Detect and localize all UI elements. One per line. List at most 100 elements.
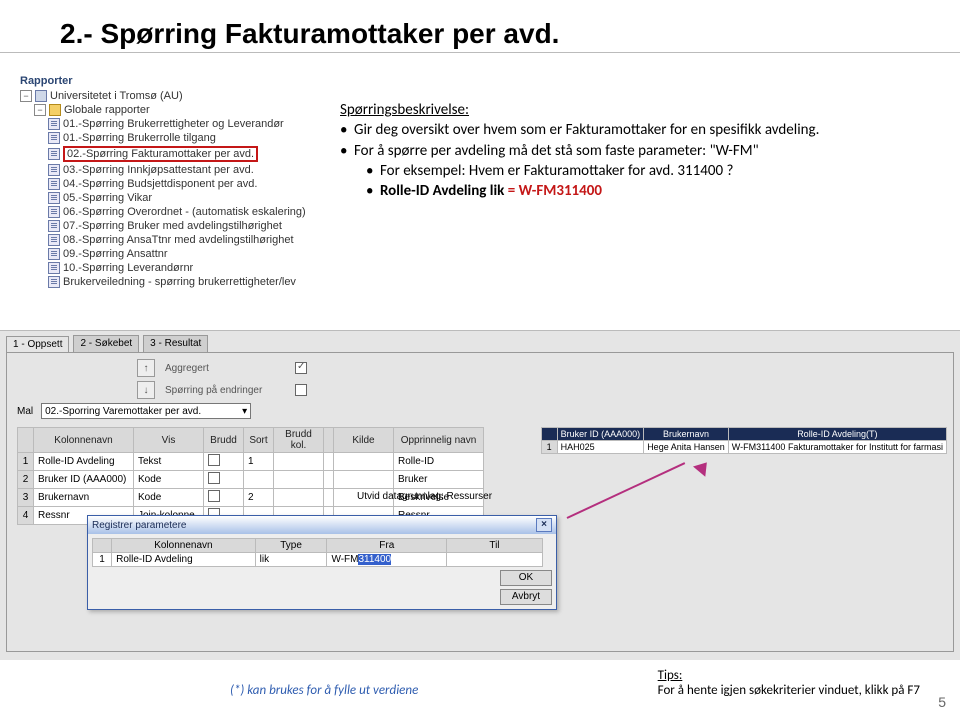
tree-item-label: 09.-Spørring Ansattnr — [63, 248, 168, 260]
table-row[interactable]: 1 HAH025 Hege Anita Hansen W-FM311400 Fa… — [541, 441, 946, 454]
ok-button[interactable]: OK — [500, 570, 552, 586]
tips-text: For å hente igjen søkekriterier vinduet,… — [658, 683, 920, 698]
grid-header: Kolonnenavn — [34, 428, 134, 453]
table-row[interactable]: 1 Rolle-ID Avdeling lik W-FM311400 — [93, 553, 543, 567]
cell: 4 — [18, 507, 34, 525]
grid-header: Brudd kol. — [274, 428, 324, 453]
fra-cell[interactable]: W-FM311400 — [327, 553, 447, 567]
sort-up-button[interactable]: ↑ — [137, 359, 155, 377]
tree-item[interactable]: 01.-Spørring Brukerrolle tilgang — [20, 131, 300, 145]
aggregert-label: Aggregert — [165, 363, 285, 374]
tree-item[interactable]: 06.-Spørring Overordnet - (automatisk es… — [20, 205, 300, 219]
cell: HAH025 — [557, 441, 644, 454]
result-header: Bruker ID (AAA000) — [557, 428, 644, 441]
tree-item-label: 07.-Spørring Bruker med avdelingstilhøri… — [63, 220, 282, 232]
tab-resultat[interactable]: 3 - Resultat — [143, 335, 208, 352]
cell — [204, 471, 244, 489]
page-number: 5 — [938, 694, 946, 710]
table-row[interactable]: 2 Bruker ID (AAA000) Kode Bruker — [18, 471, 484, 489]
cell — [324, 471, 334, 489]
tree-item-label: 06.-Spørring Overordnet - (automatisk es… — [63, 206, 306, 218]
cell: lik — [255, 553, 327, 567]
grid-checkbox[interactable] — [208, 454, 220, 466]
tree-item-label: 01.-Spørring Brukerrolle tilgang — [63, 132, 216, 144]
doc-icon — [48, 118, 60, 130]
tree-item[interactable]: 07.-Spørring Bruker med avdelingstilhøri… — [20, 219, 300, 233]
pgrid-header: Til — [447, 539, 543, 553]
query-app-area: 1 - Oppsett 2 - Søkebet 3 - Resultat ↑ A… — [0, 330, 960, 660]
sort-down-button[interactable]: ↓ — [137, 381, 155, 399]
column-grid[interactable]: Kolonnenavn Vis Brudd Sort Brudd kol. Ki… — [17, 427, 484, 525]
tree-item[interactable]: 08.-Spørring AnsaTtnr med avdelingstilhø… — [20, 233, 300, 247]
close-button[interactable]: × — [536, 518, 552, 532]
sort-controls: ↑ Aggregert ↓ Spørring på endringer — [137, 359, 307, 403]
tree-folder-label: Globale rapporter — [64, 104, 150, 116]
cell — [274, 489, 324, 507]
tree-item[interactable]: 03.-Spørring Innkjøpsattestant per avd. — [20, 163, 300, 177]
mal-combo[interactable]: 02.-Sporring Varemottaker per avd. ▾ — [41, 403, 251, 419]
tree-item[interactable]: 04.-Spørring Budsjettdisponent per avd. — [20, 177, 300, 191]
grid-header — [324, 428, 334, 453]
parameter-grid[interactable]: Kolonnenavn Type Fra Til 1 Rolle-ID Avde… — [92, 538, 543, 567]
doc-icon — [48, 220, 60, 232]
tree-item[interactable]: 09.-Spørring Ansattnr — [20, 247, 300, 261]
cell: Rolle-ID Avdeling — [112, 553, 256, 567]
cell: Tekst — [134, 453, 204, 471]
tree-root[interactable]: − Universitetet i Tromsø (AU) — [20, 89, 300, 103]
grid-header — [18, 428, 34, 453]
tree-item-label: 03.-Spørring Innkjøpsattestant per avd. — [63, 164, 254, 176]
tree-folder[interactable]: − Globale rapporter — [20, 103, 300, 117]
desc-sub-bullet: Rolle-ID Avdeling lik = W-FM311400 — [340, 181, 900, 201]
tree-item[interactable]: 01.-Spørring Brukerrettigheter og Levera… — [20, 117, 300, 131]
tree-item-highlighted[interactable]: 02.-Spørring Fakturamottaker per avd. — [20, 145, 300, 163]
arrow-head-icon — [693, 457, 713, 476]
cell: Hege Anita Hansen — [644, 441, 729, 454]
tree-item[interactable]: Brukerveiledning - spørring brukerrettig… — [20, 275, 300, 289]
tab-sokebet[interactable]: 2 - Søkebet — [73, 335, 139, 352]
tab-bar: 1 - Oppsett 2 - Søkebet 3 - Resultat — [0, 331, 960, 352]
cell — [244, 471, 274, 489]
result-table: Bruker ID (AAA000) Brukernavn Rolle-ID A… — [541, 427, 947, 454]
collapse-icon[interactable]: − — [20, 90, 32, 102]
cancel-button[interactable]: Avbryt — [500, 589, 552, 605]
endringer-checkbox[interactable] — [295, 384, 307, 396]
endringer-label: Spørring på endringer — [165, 385, 285, 396]
template-row: Mal 02.-Sporring Varemottaker per avd. ▾ — [17, 403, 251, 419]
result-header: Brukernavn — [644, 428, 729, 441]
grid-checkbox[interactable] — [208, 490, 220, 502]
tree-header: Rapporter — [20, 75, 300, 87]
report-tree: Rapporter − Universitetet i Tromsø (AU) … — [20, 75, 300, 289]
table-row[interactable]: 1 Rolle-ID Avdeling Tekst 1 Rolle-ID — [18, 453, 484, 471]
doc-icon — [48, 276, 60, 288]
cell — [204, 489, 244, 507]
cell: Bruker ID (AAA000) — [34, 471, 134, 489]
cell: 2 — [18, 471, 34, 489]
cell: 2 — [244, 489, 274, 507]
grid-header: Sort — [244, 428, 274, 453]
tree-item[interactable]: 10.-Spørring Leverandørnr — [20, 261, 300, 275]
popup-titlebar[interactable]: Registrer parametere × — [88, 516, 556, 534]
cell: 1 — [18, 453, 34, 471]
slide-title: 2.- Spørring Fakturamottaker per avd. — [0, 0, 960, 53]
tree-item[interactable]: 05.-Spørring Vikar — [20, 191, 300, 205]
cell: Kode — [134, 489, 204, 507]
cell — [204, 453, 244, 471]
tree-item-label: 01.-Spørring Brukerrettigheter og Levera… — [63, 118, 284, 130]
grid-header: Opprinnelig navn — [394, 428, 484, 453]
cell: 1 — [93, 553, 112, 567]
desc-quote: "W-FM" — [710, 142, 759, 160]
cell — [274, 471, 324, 489]
chevron-down-icon: ▾ — [242, 406, 247, 417]
pgrid-header: Type — [255, 539, 327, 553]
aggregert-checkbox[interactable] — [295, 362, 307, 374]
cell — [324, 453, 334, 471]
doc-icon — [48, 234, 60, 246]
desc-bullet: For å spørre per avdeling må det stå som… — [340, 141, 900, 161]
collapse-icon[interactable]: − — [34, 104, 46, 116]
tree-item-label: Brukerveiledning - spørring brukerrettig… — [63, 276, 296, 288]
til-cell[interactable] — [447, 553, 543, 567]
tab-oppsett[interactable]: 1 - Oppsett — [6, 336, 69, 353]
grid-checkbox[interactable] — [208, 472, 220, 484]
cell — [324, 489, 334, 507]
tree-item-label: 02.-Spørring Fakturamottaker per avd. — [63, 146, 258, 162]
